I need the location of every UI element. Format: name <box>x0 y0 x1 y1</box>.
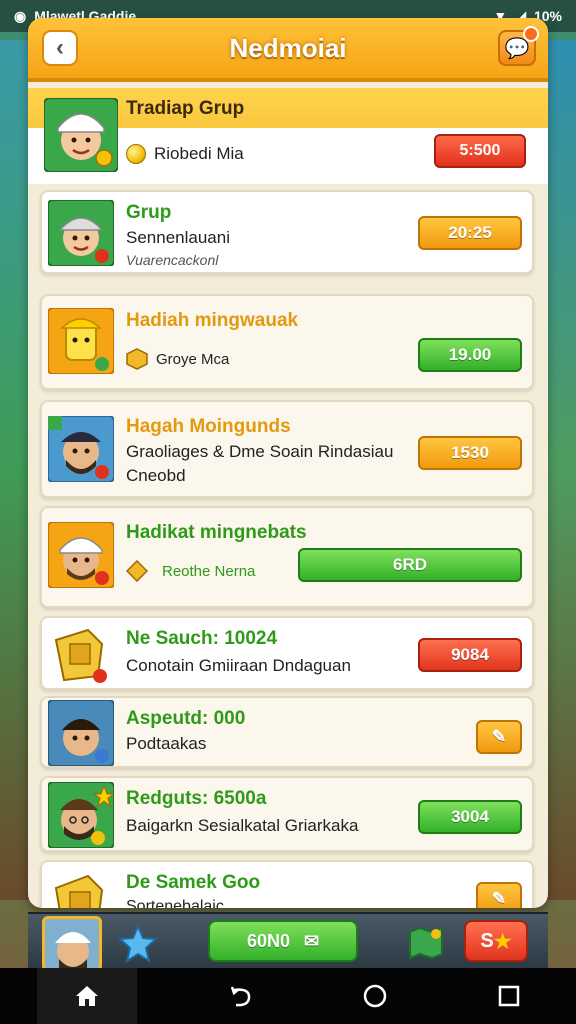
player-portrait-icon <box>55 932 91 969</box>
avatar <box>54 874 104 908</box>
row-title: Ne Sauch: 10024 <box>126 628 278 649</box>
row-title: De Samek Goo <box>126 872 261 893</box>
row-text: Conotain Gmiiraan Dndaguan <box>126 656 351 675</box>
group-subtitle: Riobedi Mia <box>154 144 244 163</box>
main-panel: ‹ Nedmoiai 💬 Tradiap Grup Riobedi Mia 5:… <box>28 18 548 908</box>
send-button[interactable]: 60N0 ✉ <box>208 920 358 962</box>
row-title: Hadiah mingwauak <box>126 310 299 331</box>
home-button[interactable] <box>37 968 137 1024</box>
back-button[interactable]: ‹ <box>42 30 78 66</box>
back-arrow-icon <box>230 986 251 1007</box>
row-text: Groye Mca <box>156 350 230 368</box>
list-item[interactable]: Ne Sauch: 10024 Conotain Gmiiraan Dndagu… <box>40 616 534 690</box>
back-nav-button[interactable] <box>211 968 271 1024</box>
row-action-button[interactable]: 9084 <box>418 638 522 672</box>
avatar <box>48 416 114 482</box>
row-action-button[interactable]: 20:25 <box>418 216 522 250</box>
settings-icon: ◉ <box>14 7 27 24</box>
avatar <box>48 200 114 266</box>
background-right <box>546 40 576 900</box>
edit-button[interactable]: ✎ <box>476 720 522 754</box>
row-subtext: Vuarencackonl <box>126 252 219 268</box>
background-left <box>0 40 30 900</box>
shop-label: S <box>480 929 494 952</box>
gold-gem-icon <box>126 560 148 582</box>
recents-button[interactable] <box>479 968 539 1024</box>
row-text: Podtaakas <box>126 734 207 753</box>
system-nav-bar <box>0 968 576 1024</box>
coin-icon <box>126 144 146 164</box>
list-item[interactable]: Redguts: 6500a Baigarkn Sesialkatal Gria… <box>40 776 534 852</box>
list-item[interactable]: Hadiah mingwauak Groye Mca 19.00 <box>40 294 534 390</box>
notification-badge <box>523 26 539 42</box>
row-text: Reothe Nerna <box>162 562 256 580</box>
page-title: Nedmoiai <box>229 32 347 63</box>
group-avatar[interactable] <box>44 98 118 172</box>
row-title: Redguts: 6500a <box>126 788 267 809</box>
map-icon[interactable] <box>408 926 444 960</box>
star-badge-icon: ★ <box>493 930 512 953</box>
row-action-button[interactable]: 6RD <box>298 548 522 582</box>
edit-icon: ✎ <box>491 727 507 746</box>
edit-icon: ✎ <box>491 889 507 908</box>
list-item[interactable]: Hadikat mingnebats Reothe Nerna 6RD <box>40 506 534 608</box>
gift-icon: ✉ <box>303 930 320 951</box>
row-title: Hadikat mingnebats <box>126 522 307 543</box>
gold-cube-icon <box>126 348 148 370</box>
group-title: Tradiap Grup <box>126 98 245 119</box>
group-action-button[interactable]: 5:500 <box>434 134 526 168</box>
square-icon <box>498 985 520 1007</box>
send-label: 60N0 <box>246 930 290 951</box>
row-text: Sennenlauani <box>126 228 230 247</box>
star-icon[interactable] <box>118 924 158 964</box>
chat-button[interactable]: 💬 <box>498 26 539 66</box>
group-subtitle-row: Riobedi Mia <box>126 144 244 164</box>
edit-button[interactable]: ✎ <box>476 882 522 908</box>
bottom-toolbar: 60N0 ✉ S ★ <box>28 912 548 972</box>
list-item[interactable]: Hagah Moingunds Graoliages & Dme Soain R… <box>40 400 534 498</box>
row-action-button[interactable]: 19.00 <box>418 338 522 372</box>
row-action-button[interactable]: 1530 <box>418 436 522 470</box>
row-subtext: Cneobd <box>126 466 186 485</box>
player-avatar[interactable] <box>42 916 102 972</box>
row-text: Sortenebalaic <box>126 898 224 908</box>
chevron-left-icon: ‹ <box>56 34 64 61</box>
row-title: Aspeutd: 000 <box>126 708 246 729</box>
row-title: Hagah Moingunds <box>126 416 291 437</box>
home-icon <box>76 986 98 1006</box>
row-text-row: Groye Mca <box>126 348 229 370</box>
row-text: Graoliages & Dme Soain Rindasiau <box>126 442 394 461</box>
circle-icon <box>363 984 387 1008</box>
avatar <box>48 308 114 374</box>
list-item[interactable]: Aspeutd: 000 Podtaakas ✎ <box>40 696 534 768</box>
header-bar: ‹ Nedmoiai 💬 <box>28 18 548 82</box>
shop-button[interactable]: S ★ <box>464 920 528 962</box>
avatar <box>54 628 107 683</box>
row-title: Grup <box>126 202 172 223</box>
home-circle-button[interactable] <box>345 968 405 1024</box>
list-item[interactable]: De Samek Goo Sortenebalaic ✎ <box>40 860 534 908</box>
row-text-row: Reothe Nerna <box>126 560 255 582</box>
row-action-button[interactable]: 3004 <box>418 800 522 834</box>
row-text: Baigarkn Sesialkatal Griarkaka <box>126 816 359 835</box>
list-item[interactable]: Grup Sennenlauani Vuarencackonl 20:25 <box>40 190 534 274</box>
avatar <box>48 782 114 848</box>
avatar <box>48 522 114 588</box>
avatar <box>48 700 114 766</box>
